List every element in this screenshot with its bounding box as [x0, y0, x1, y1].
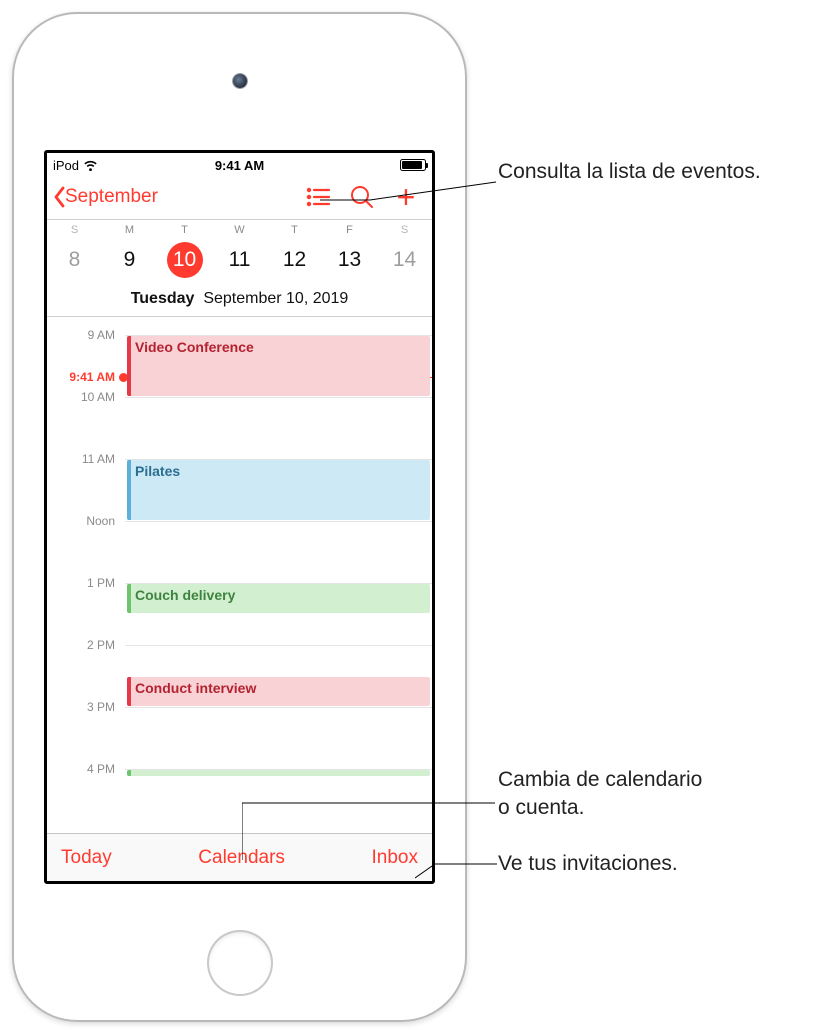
- day-cell[interactable]: 9: [102, 236, 157, 284]
- status-time: 9:41 AM: [47, 158, 432, 173]
- event-color-bar: [127, 677, 131, 706]
- week-row: 891011121314: [47, 236, 432, 290]
- hour-label: 4 PM: [47, 762, 121, 776]
- home-button[interactable]: [207, 930, 273, 996]
- weekday-label: S: [377, 220, 432, 236]
- callout-list-view: Consulta la lista de eventos.: [498, 158, 761, 186]
- hour-label: 11 AM: [47, 452, 121, 466]
- calendar-event[interactable]: Couch delivery: [127, 584, 430, 613]
- event-title: Pilates: [135, 463, 180, 479]
- callout-lead: [415, 862, 503, 882]
- day-cell[interactable]: 11: [212, 236, 267, 284]
- event-color-bar: [127, 460, 131, 520]
- event-title: Conduct interview: [135, 680, 256, 696]
- day-cell[interactable]: 8: [47, 236, 102, 284]
- selected-date-label: Tuesday September 10, 2019: [47, 290, 432, 316]
- weekday-label: S: [47, 220, 102, 236]
- day-cell[interactable]: 13: [322, 236, 377, 284]
- calendar-event[interactable]: Conduct interview: [127, 677, 430, 706]
- front-camera: [233, 74, 247, 88]
- calendar-event[interactable]: Pilates: [127, 460, 430, 520]
- weekday-label: W: [212, 220, 267, 236]
- day-cell[interactable]: 12: [267, 236, 322, 284]
- hour-label: 3 PM: [47, 700, 121, 714]
- back-button[interactable]: September: [51, 182, 160, 212]
- hour-label: Noon: [47, 514, 121, 528]
- hour-label: 2 PM: [47, 638, 121, 652]
- weekday-label: T: [267, 220, 322, 236]
- event-color-bar: [127, 770, 131, 776]
- calendar-event[interactable]: Video Conference: [127, 336, 430, 396]
- screen: iPod 9:41 AM September: [44, 150, 435, 884]
- hour-gridline: [125, 397, 432, 398]
- weekday-label: M: [102, 220, 157, 236]
- weekday-header: SMTWTFS: [47, 219, 432, 236]
- status-bar: iPod 9:41 AM: [47, 153, 432, 175]
- callout-calendars: Cambia de calendarioo cuenta.: [498, 766, 702, 823]
- hour-label: 9 AM: [47, 328, 121, 342]
- day-timeline[interactable]: 9 AM 10 AM 11 AM Noon 1 PM 2 PM 3 PM 4 PM 9:41 A…: [47, 317, 432, 807]
- weekday-label: F: [322, 220, 377, 236]
- current-time-label: 9:41 AM: [47, 370, 121, 384]
- back-label: September: [65, 186, 158, 208]
- day-cell[interactable]: 10: [157, 236, 212, 284]
- hour-gridline: [125, 707, 432, 708]
- hour-gridline: [125, 521, 432, 522]
- day-cell[interactable]: 14: [377, 236, 432, 284]
- event-title: Video Conference: [135, 339, 254, 355]
- hour-label: 10 AM: [47, 390, 121, 404]
- today-button[interactable]: Today: [57, 839, 116, 877]
- battery-icon: [400, 159, 426, 171]
- hour-gridline: [125, 645, 432, 646]
- event-color-bar: [127, 584, 131, 613]
- weekday-label: T: [157, 220, 212, 236]
- callout-lead: [320, 180, 500, 220]
- event-title: Couch delivery: [135, 587, 235, 603]
- hour-label: 1 PM: [47, 576, 121, 590]
- callout-inbox: Ve tus invitaciones.: [498, 850, 678, 878]
- calendar-event[interactable]: [127, 770, 430, 776]
- event-color-bar: [127, 336, 131, 396]
